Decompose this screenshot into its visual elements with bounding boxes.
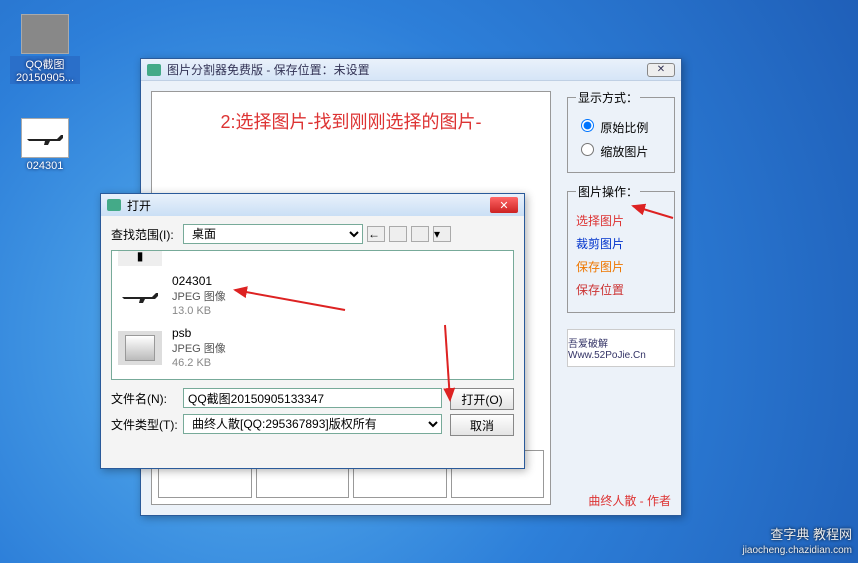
display-mode-group: 显示方式： 原始比例 缩放图片 [567,89,675,173]
main-titlebar[interactable]: 图片分割器免费版 - 保存位置：未设置 ✕ [141,59,681,81]
open-titlebar[interactable]: 打开 ✕ [101,194,524,216]
new-folder-icon[interactable] [411,226,429,242]
hint-text: 2:选择图片-找到刚刚选择的图片- [152,108,550,134]
window-title: 图片分割器免费版 - 保存位置：未设置 [167,61,370,78]
look-in-label: 查找范围(I): [111,226,183,243]
file-item[interactable]: ▮ x [112,250,513,270]
close-icon[interactable]: ✕ [490,197,518,213]
op-select-image[interactable]: 选择图片 [576,212,666,229]
filetype-label: 文件类型(T): [111,416,183,433]
image-ops-group: 图片操作： 选择图片 裁剪图片 保存图片 保存位置 [567,183,675,313]
desktop-icon-screenshot[interactable]: QQ截图 20150905... [10,14,80,84]
file-item[interactable]: psb JPEG 图像 46.2 KB [112,322,513,374]
image-icon [21,118,69,158]
image-icon [21,14,69,54]
side-panel: 显示方式： 原始比例 缩放图片 图片操作： 选择图片 裁剪图片 保存图片 保存位… [561,81,681,515]
op-save-location[interactable]: 保存位置 [576,281,666,298]
file-item[interactable]: 024301 JPEG 图像 13.0 KB [112,270,513,322]
brand-logo: 吾爱破解 Www.52PoJie.Cn [567,329,675,367]
app-icon [147,64,161,76]
thumbnail [118,331,162,365]
op-crop-image[interactable]: 裁剪图片 [576,235,666,252]
author-text: 曲终人散 - 作者 [588,492,671,509]
close-icon[interactable]: ✕ [647,63,675,77]
filename-input[interactable] [183,388,442,408]
dialog-title: 打开 [127,197,151,214]
back-icon[interactable]: ← [367,226,385,242]
dialog-icon [107,199,121,211]
open-button[interactable]: 打开(O) [450,388,514,410]
open-dialog: 打开 ✕ 查找范围(I): 桌面 ← ▾ ▮ x 024301 JPEG 图像 [100,193,525,469]
radio-scale[interactable]: 缩放图片 [576,140,666,160]
file-list[interactable]: ▮ x 024301 JPEG 图像 13.0 KB psb [111,250,514,380]
op-save-image[interactable]: 保存图片 [576,258,666,275]
radio-original[interactable]: 原始比例 [576,116,666,136]
up-icon[interactable] [389,226,407,242]
thumbnail [118,279,162,313]
thumbnail: ▮ [118,250,162,266]
desktop-icon-024301[interactable]: 024301 [10,118,80,172]
filetype-select[interactable]: 曲终人散[QQ:295367893]版权所有 [183,414,442,434]
watermark: 查字典 教程网 jiaocheng.chazidian.com [742,527,852,557]
filename-label: 文件名(N): [111,390,183,407]
cancel-button[interactable]: 取消 [450,414,514,436]
look-in-select[interactable]: 桌面 [183,224,363,244]
view-menu-icon[interactable]: ▾ [433,226,451,242]
